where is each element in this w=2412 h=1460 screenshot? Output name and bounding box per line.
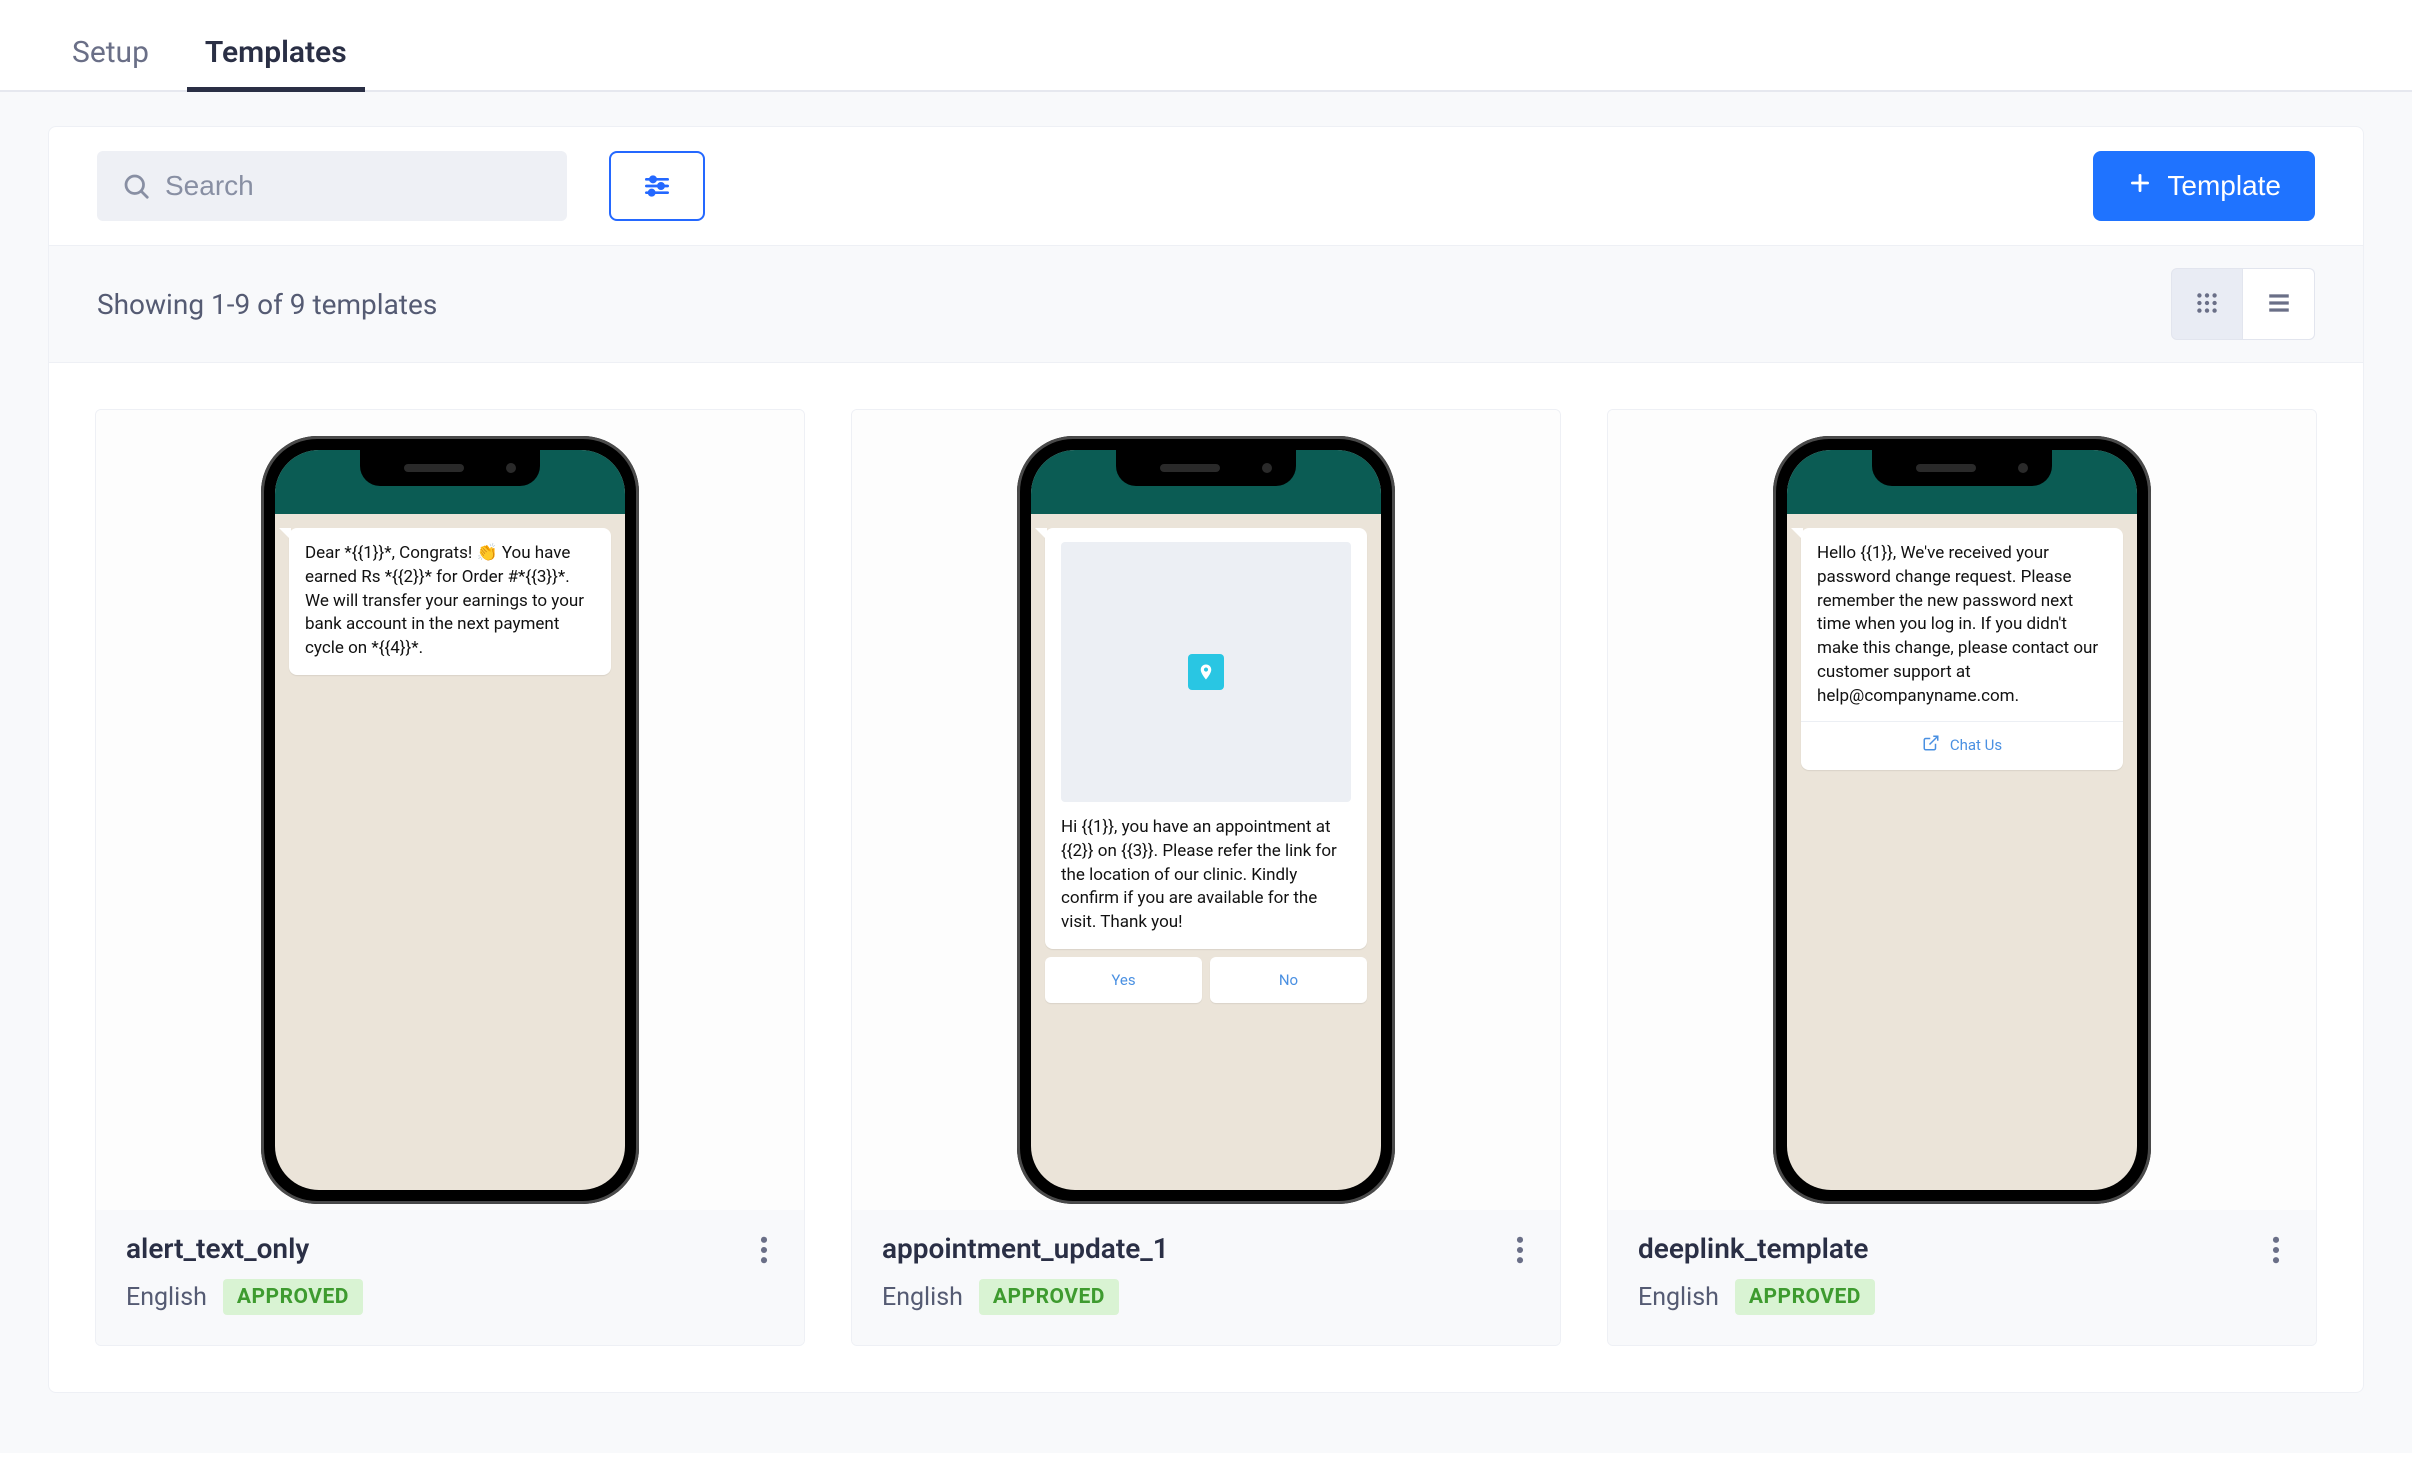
template-status-badge: APPROVED xyxy=(1735,1279,1875,1315)
list-icon xyxy=(2266,290,2292,319)
message-body: Dear *{{1}}*, Congrats! 👏 You have earne… xyxy=(305,543,584,658)
phone-notch xyxy=(1116,450,1296,486)
search-input[interactable] xyxy=(165,170,543,202)
results-summary: Showing 1-9 of 9 templates xyxy=(97,288,437,321)
template-preview: Hi {{1}}, you have an appointment at {{2… xyxy=(852,410,1560,1210)
template-footer: appointment_update_1 English APPROVED xyxy=(852,1210,1560,1345)
phone-mockup: Dear *{{1}}*, Congrats! 👏 You have earne… xyxy=(261,436,639,1204)
view-toggle xyxy=(2171,268,2315,340)
template-name: alert_text_only xyxy=(126,1232,774,1265)
search-box xyxy=(97,151,567,221)
template-card: Hi {{1}}, you have an appointment at {{2… xyxy=(851,409,1561,1346)
phone-notch xyxy=(1872,450,2052,486)
toolbar: Template xyxy=(49,127,2363,245)
phone-notch xyxy=(360,450,540,486)
template-menu-button[interactable] xyxy=(744,1232,784,1272)
template-grid: Dear *{{1}}*, Congrats! 👏 You have earne… xyxy=(49,363,2363,1392)
template-language: English xyxy=(882,1283,963,1312)
phone-mockup: Hi {{1}}, you have an appointment at {{2… xyxy=(1017,436,1395,1204)
cta-link-row[interactable]: Chat Us xyxy=(1801,721,2123,770)
grid-icon xyxy=(2194,290,2220,319)
template-name: appointment_update_1 xyxy=(882,1232,1530,1265)
template-menu-button[interactable] xyxy=(1500,1232,1540,1272)
message-bubble: Hi {{1}}, you have an appointment at {{2… xyxy=(1045,528,1367,949)
more-vertical-icon xyxy=(1516,1236,1524,1268)
plus-icon xyxy=(2127,170,2153,203)
quick-reply-button[interactable]: No xyxy=(1210,957,1367,1003)
new-template-label: Template xyxy=(2167,170,2281,202)
template-menu-button[interactable] xyxy=(2256,1232,2296,1272)
location-icon xyxy=(1188,654,1224,690)
filter-button[interactable] xyxy=(609,151,705,221)
message-body: Hello {{1}}, We've received your passwor… xyxy=(1817,543,2098,706)
view-list-button[interactable] xyxy=(2243,268,2315,340)
template-footer: alert_text_only English APPROVED xyxy=(96,1210,804,1345)
quick-reply-row: Yes No xyxy=(1045,957,1367,1003)
more-vertical-icon xyxy=(760,1236,768,1268)
message-bubble: Dear *{{1}}*, Congrats! 👏 You have earne… xyxy=(289,528,611,675)
template-card: Dear *{{1}}*, Congrats! 👏 You have earne… xyxy=(95,409,805,1346)
template-language: English xyxy=(1638,1283,1719,1312)
new-template-button[interactable]: Template xyxy=(2093,151,2315,221)
media-placeholder xyxy=(1061,542,1351,802)
results-header: Showing 1-9 of 9 templates xyxy=(49,245,2363,363)
view-grid-button[interactable] xyxy=(2171,268,2243,340)
main-card: Template Showing 1-9 of 9 templates xyxy=(48,126,2364,1393)
cta-link-label: Chat Us xyxy=(1950,735,2002,756)
quick-reply-button[interactable]: Yes xyxy=(1045,957,1202,1003)
template-language: English xyxy=(126,1283,207,1312)
template-preview: Dear *{{1}}*, Congrats! 👏 You have earne… xyxy=(96,410,804,1210)
tab-templates[interactable]: Templates xyxy=(205,35,347,90)
sliders-icon xyxy=(641,170,673,202)
template-footer: deeplink_template English APPROVED xyxy=(1608,1210,2316,1345)
template-card: Hello {{1}}, We've received your passwor… xyxy=(1607,409,2317,1346)
external-link-icon xyxy=(1922,734,1940,758)
phone-mockup: Hello {{1}}, We've received your passwor… xyxy=(1773,436,2151,1204)
template-status-badge: APPROVED xyxy=(979,1279,1119,1315)
message-bubble: Hello {{1}}, We've received your passwor… xyxy=(1801,528,2123,770)
template-name: deeplink_template xyxy=(1638,1232,2286,1265)
template-status-badge: APPROVED xyxy=(223,1279,363,1315)
template-preview: Hello {{1}}, We've received your passwor… xyxy=(1608,410,2316,1210)
page-body: Template Showing 1-9 of 9 templates xyxy=(0,92,2412,1453)
tab-setup[interactable]: Setup xyxy=(72,35,149,90)
tab-bar: Setup Templates xyxy=(0,0,2412,92)
more-vertical-icon xyxy=(2272,1236,2280,1268)
message-body: Hi {{1}}, you have an appointment at {{2… xyxy=(1061,817,1337,932)
search-icon xyxy=(121,171,151,201)
